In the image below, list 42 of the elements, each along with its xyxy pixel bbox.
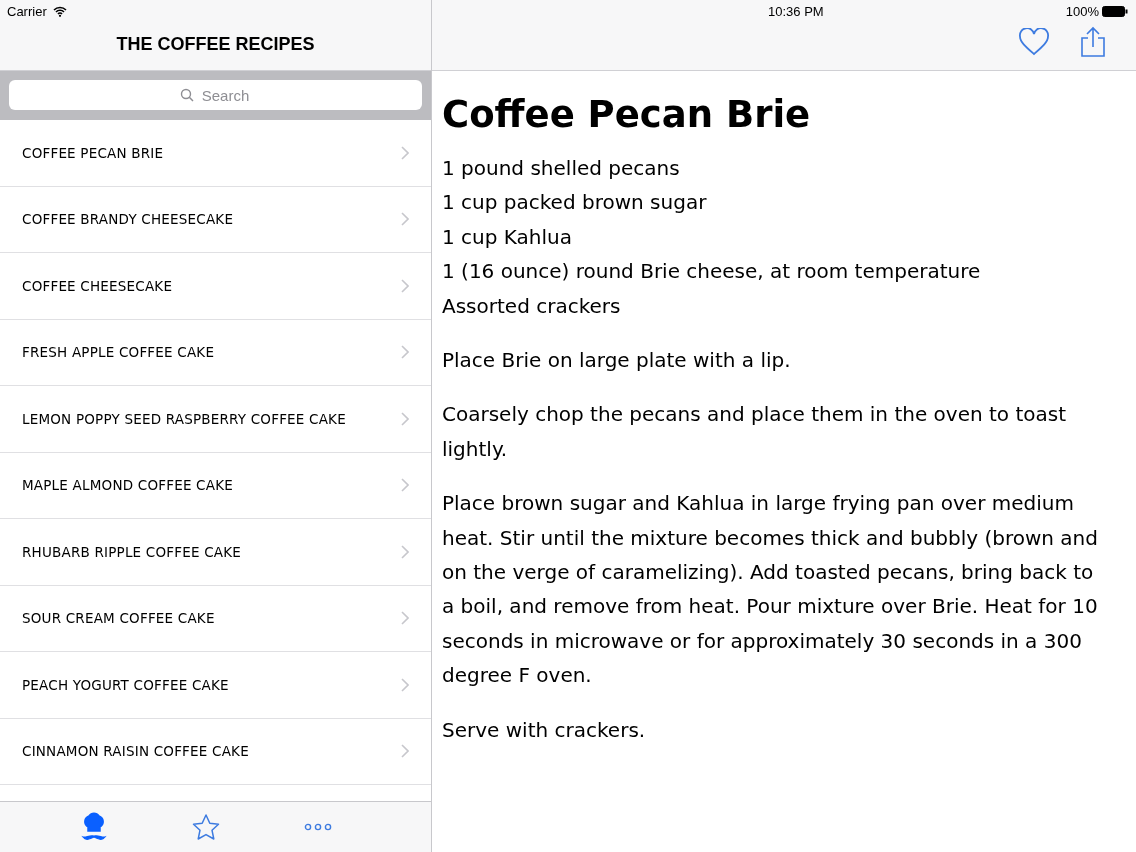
more-icon bbox=[303, 823, 332, 831]
ingredient-line: 1 cup packed brown sugar bbox=[442, 189, 708, 217]
chef-hat-icon bbox=[80, 811, 107, 843]
battery-label: 100% bbox=[1065, 3, 1099, 19]
share-icon[interactable] bbox=[1080, 26, 1106, 58]
recipe-list-item[interactable]: FRESH APPLE COFFEE CAKE bbox=[0, 319, 431, 386]
recipe-list-item[interactable]: CINNAMON RAISIN COFFEE CAKE bbox=[0, 718, 431, 785]
recipe-list-item[interactable]: SOUR CREAM COFFEE CAKE bbox=[0, 585, 431, 652]
carrier-label: Carrier bbox=[7, 3, 47, 19]
heart-icon[interactable] bbox=[1018, 28, 1050, 56]
instruction-paragraph: Serve with crackers. bbox=[442, 716, 647, 744]
recipe-list-item[interactable]: PEACH YOGURT COFFEE CAKE bbox=[0, 652, 431, 719]
chevron-icon bbox=[401, 212, 409, 227]
battery-icon bbox=[1102, 5, 1128, 17]
recipe-list-item[interactable]: COFFEE PECAN BRIE bbox=[0, 120, 431, 187]
recipe-title: Coffee Pecan Brie bbox=[442, 92, 812, 138]
chevron-icon bbox=[401, 411, 409, 426]
recipe-list-item[interactable]: COFFEE BRANDY CHEESECAKE bbox=[0, 186, 431, 253]
recipe-list-item[interactable]: COFFEE CHEESECAKE bbox=[0, 253, 431, 320]
ingredient-line: Assorted crackers bbox=[442, 292, 622, 320]
ingredient-line: 1 pound shelled pecans bbox=[442, 155, 681, 182]
chevron-icon bbox=[401, 345, 409, 360]
chevron-icon bbox=[401, 278, 409, 293]
chevron-icon bbox=[401, 145, 409, 160]
chevron-icon bbox=[401, 611, 409, 626]
chevron-icon bbox=[401, 478, 409, 493]
chevron-icon bbox=[401, 544, 409, 559]
search-field[interactable]: Search bbox=[9, 80, 422, 110]
recipe-list-item[interactable]: MAPLE ALMOND COFFEE CAKE bbox=[0, 452, 431, 519]
ingredient-line: 1 (16 ounce) round Brie cheese, at room temperature bbox=[442, 258, 982, 286]
instruction-paragraph: Place Brie on large plate with a lip. bbox=[442, 347, 792, 375]
ingredient-line: 1 cup Kahlua bbox=[442, 223, 573, 251]
recipe-list-item[interactable]: LEMON POPPY SEED RASPBERRY COFFEE CAKE bbox=[0, 386, 431, 453]
recipe-list-item[interactable]: RHUBARB RIPPLE COFFEE CAKE bbox=[0, 519, 431, 586]
instruction-paragraph: Place brown sugar and Kahlua in large frying pan over medium heat. Stir until the mixture becomes thick and bubbly (brown and on the verge of caramelizing). Add toasted pecans, bring back to a boil, and remove from heat. Pour mixture over Brie. Heat for 10 seconds in microwave or for approximately 30 seconds in a 300 degree F oven. bbox=[442, 490, 1099, 690]
chevron-icon bbox=[401, 744, 409, 759]
instruction-paragraph: Coarsely chop the pecans and place them in the oven to toast lightly. bbox=[442, 401, 1068, 463]
wifi-icon bbox=[52, 5, 67, 17]
star-icon bbox=[190, 813, 221, 841]
clock-label: 10:36 PM bbox=[767, 3, 824, 19]
chevron-icon bbox=[401, 677, 409, 692]
list-title: THE COFFEE RECIPES bbox=[115, 32, 316, 56]
